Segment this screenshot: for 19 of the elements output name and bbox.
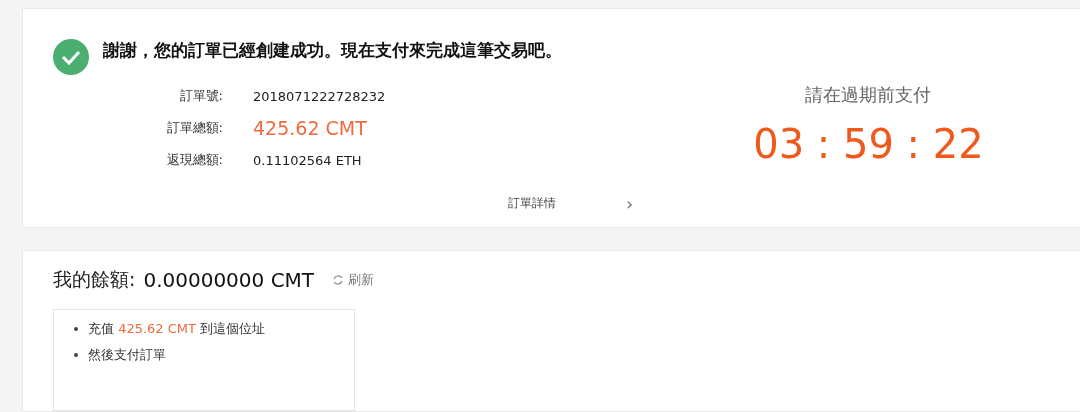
balance-amount: 0.00000000 CMT xyxy=(143,268,315,292)
instruction-step: 然後支付訂單 xyxy=(88,346,166,364)
success-message: 謝謝，您的訂單已經創建成功。現在支付來完成這筆交易吧。 xyxy=(103,38,562,62)
field-value: 0.11102564 ETH xyxy=(253,152,363,168)
instruction-step: 充值 425.62 CMT 到這個位址 xyxy=(88,320,266,338)
field-value: 425.62 CMT xyxy=(253,117,368,139)
order-details-link[interactable]: 訂單詳情 xyxy=(508,195,556,212)
refresh-icon xyxy=(332,274,345,286)
field-label: 訂單總額: xyxy=(166,119,223,137)
bullet-icon xyxy=(74,327,78,331)
countdown-timer: 03 : 59 : 22 xyxy=(753,121,984,167)
refresh-button[interactable]: 刷新 xyxy=(332,271,375,289)
bullet-icon xyxy=(74,353,78,357)
field-label: 返現總額: xyxy=(166,151,223,169)
balance-label: 我的餘額: xyxy=(53,267,136,292)
field-label: 訂單號: xyxy=(179,87,223,105)
chevron[interactable]: › xyxy=(626,193,634,214)
field-value: 2018071222728232 xyxy=(253,88,387,104)
deadline-label: 請在過期前支付 xyxy=(805,83,932,107)
